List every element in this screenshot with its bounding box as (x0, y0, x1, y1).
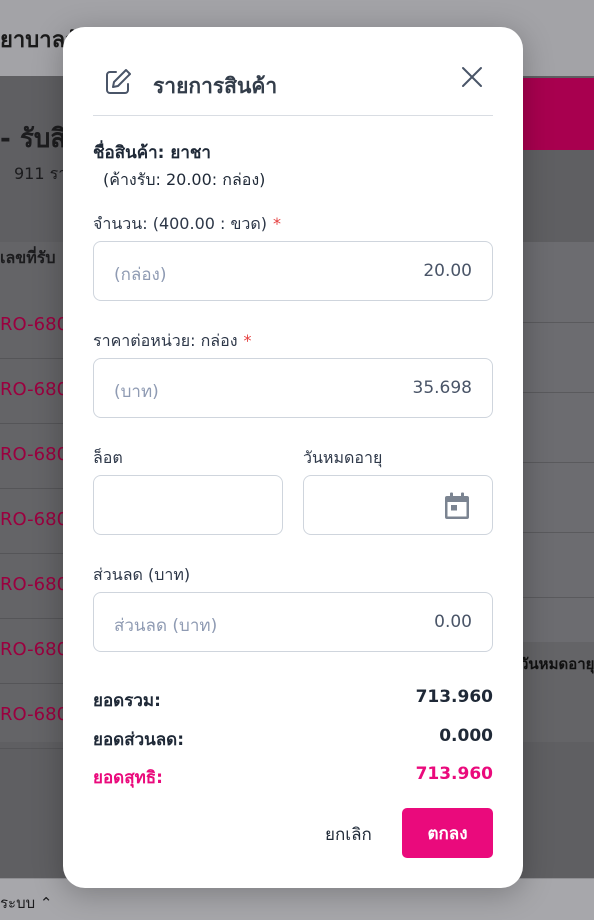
background-footer-text: ระบบ ⌃ (0, 894, 53, 912)
row-document-number: RO-680 (0, 639, 69, 660)
edit-icon (106, 69, 131, 94)
product-name: ชื่อสินค้า: ยาชา (93, 143, 211, 163)
required-mark: * (273, 214, 282, 233)
background-title-bullet: - (0, 124, 11, 154)
lot-field[interactable] (93, 475, 283, 535)
background-column-header: เลขที่รับ (0, 248, 56, 267)
row-document-number: RO-680 (0, 314, 69, 335)
table-row: RO-680 (0, 424, 68, 489)
modal-header: รายการสินค้า (93, 67, 493, 116)
modal-title: รายการสินค้า (153, 74, 278, 98)
discount-field[interactable]: ส่วนลด (บาท) (93, 592, 493, 652)
table-row: RO-680 (0, 554, 68, 619)
quantity-label: จำนวน: (400.00 : ขวด) * (93, 212, 281, 237)
table-row: RO-680 (0, 619, 68, 684)
row-document-number: RO-680 (0, 379, 69, 400)
table-row: RO-680 (0, 684, 68, 749)
expiry-label: วันหมดอายุ (303, 448, 383, 467)
required-mark: * (243, 331, 252, 350)
unit-price-label-text: ราคาต่อหน่วย: กล่อง (93, 331, 238, 350)
close-icon[interactable] (459, 64, 485, 90)
lot-input[interactable] (94, 476, 282, 534)
total-label: ยอดรวม: (93, 691, 161, 711)
row-document-number: RO-680 (0, 444, 69, 465)
product-item-modal: รายการสินค้า ชื่อสินค้า: ยาชา (ค้างรับ: … (63, 27, 523, 888)
discount-total-value: 0.000 (439, 726, 493, 746)
table-row: RO-680 (0, 489, 68, 554)
discount-input[interactable] (94, 593, 492, 651)
unit-price-input[interactable] (94, 359, 492, 417)
net-total-value: 713.960 (415, 764, 493, 784)
confirm-button[interactable]: ตกลง (402, 808, 493, 858)
total-value: 713.960 (415, 687, 493, 707)
row-document-number: RO-680 (0, 509, 69, 530)
quantity-label-text: จำนวน: (400.00 : ขวด) (93, 214, 268, 233)
table-row: RO-680 (0, 359, 68, 424)
background-title-text: รับสิ (19, 124, 67, 154)
lot-label: ล็อต (93, 448, 123, 467)
unit-price-field[interactable]: (บาท) (93, 358, 493, 418)
quantity-field[interactable]: (กล่อง) (93, 241, 493, 301)
discount-label: ส่วนลด (บาท) (93, 565, 191, 584)
discount-total-label: ยอดส่วนลด: (93, 730, 185, 750)
net-total-label: ยอดสุทธิ: (93, 768, 163, 788)
pending-quantity: (ค้างรับ: 20.00: กล่อง) (103, 170, 266, 189)
row-document-number: RO-680 (0, 704, 69, 725)
table-row: RO-680 (0, 294, 68, 359)
quantity-input[interactable] (94, 242, 492, 300)
cancel-button[interactable]: ยกเลิก (325, 821, 372, 848)
background-page-title: - รับสิ (0, 118, 66, 159)
expiry-date-field[interactable] (303, 475, 493, 535)
background-column-header-expiry: วันหมดอายุ (520, 655, 594, 673)
unit-price-label: ราคาต่อหน่วย: กล่อง * (93, 329, 252, 354)
row-document-number: RO-680 (0, 574, 69, 595)
calendar-icon[interactable] (444, 492, 470, 520)
background-subtitle: 911 รา (14, 164, 68, 183)
